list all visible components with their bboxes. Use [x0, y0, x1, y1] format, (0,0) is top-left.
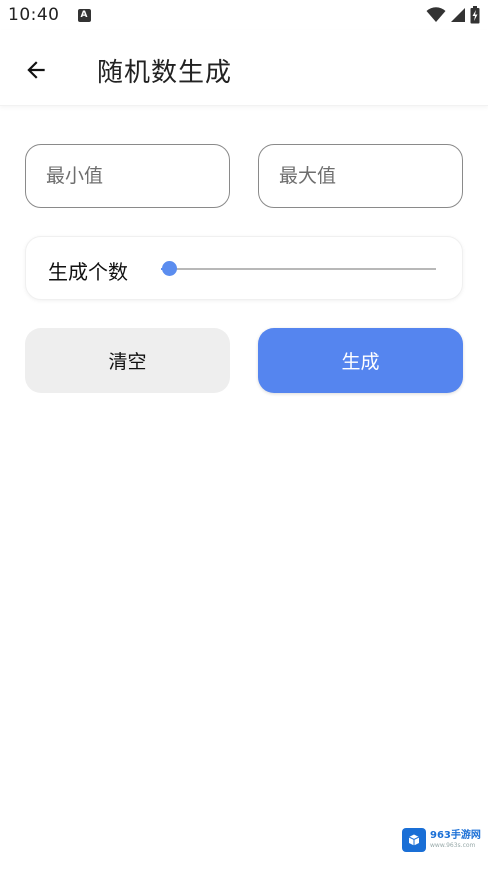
min-value-input[interactable] [25, 144, 230, 208]
watermark-text: 963手游网 www.963s.com [430, 831, 481, 849]
signal-icon [451, 8, 465, 22]
watermark-logo-icon [402, 828, 426, 852]
max-value-input[interactable] [258, 144, 463, 208]
status-time: 10:40 [8, 5, 60, 25]
status-icons [426, 6, 480, 24]
page-title: 随机数生成 [97, 58, 233, 88]
notification-icon: A [77, 8, 91, 22]
wifi-icon [426, 7, 446, 22]
app-bar: 随机数生成 [0, 30, 488, 106]
clear-button-label: 清空 [108, 351, 147, 373]
app-screen: 10:40 A 随机数生成 生成个数 [0, 0, 488, 870]
watermark-url: www.963s.com [430, 842, 476, 849]
count-slider-thumb[interactable] [162, 261, 177, 276]
arrow-left-icon [27, 61, 45, 79]
watermark-brand: 963手游网 [430, 830, 481, 841]
clear-button[interactable]: 清空 [25, 328, 230, 393]
count-slider-card: 生成个数 [25, 236, 463, 300]
status-bar: 10:40 A [0, 0, 488, 30]
generate-button-label: 生成 [341, 351, 380, 373]
back-button[interactable] [16, 50, 56, 90]
count-slider-track[interactable] [161, 261, 436, 276]
count-slider-label: 生成个数 [48, 260, 128, 284]
watermark: 963手游网 www.963s.com [402, 828, 481, 852]
battery-icon [470, 6, 480, 24]
generate-button[interactable]: 生成 [258, 328, 463, 393]
